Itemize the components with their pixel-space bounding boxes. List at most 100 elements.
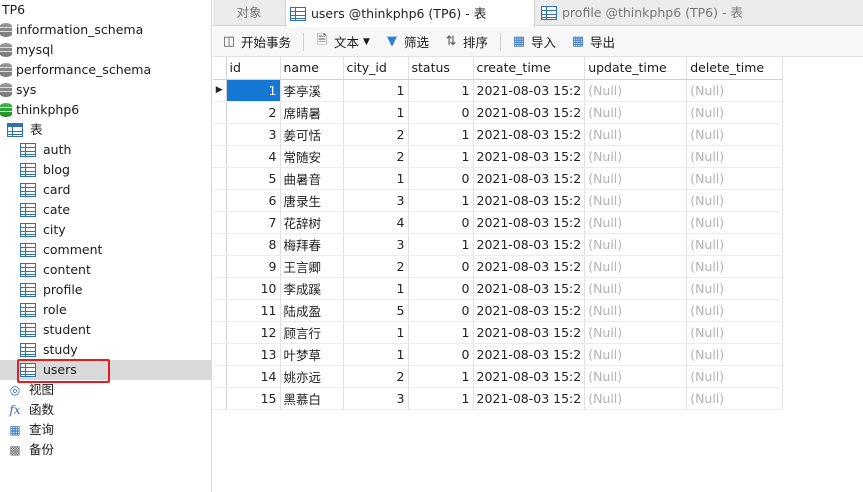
cell-update-time[interactable]: (Null) [584,101,688,124]
table-node-auth[interactable]: auth [20,140,71,160]
cell-name[interactable]: 姚亦远 [280,365,344,388]
column-header-delete-time[interactable]: delete_time [686,57,784,80]
tab-objects[interactable]: 对象 [213,0,285,26]
db-node-mysql[interactable]: mysql [0,40,54,60]
cell-update-time[interactable]: (Null) [584,211,688,234]
db-node-performance-schema[interactable]: performance_schema [0,60,151,80]
cell-update-time[interactable]: (Null) [584,123,688,146]
cell-status[interactable]: 0 [408,277,474,300]
cell-update-time[interactable]: (Null) [584,321,688,344]
table-row[interactable]: 10 李成蹊 1 0 2021-08-03 15:2 (Null) (Null) [213,277,784,300]
cell-id[interactable]: 5 [226,167,281,190]
table-row[interactable]: 3 姜可恬 2 1 2021-08-03 15:2 (Null) (Null) [213,123,784,146]
sort-button[interactable]: ⇅ 排序 [439,30,492,54]
cell-id[interactable]: 11 [226,299,281,322]
cell-create-time[interactable]: 2021-08-03 15:2 [473,101,586,124]
table-node-role[interactable]: role [20,300,67,320]
cell-status[interactable]: 1 [408,233,474,256]
cell-delete-time[interactable]: (Null) [686,365,784,388]
cell-status[interactable]: 1 [408,365,474,388]
cell-delete-time[interactable]: (Null) [686,299,784,322]
cell-create-time[interactable]: 2021-08-03 15:2 [473,189,586,212]
cell-status[interactable]: 0 [408,343,474,366]
cell-id[interactable]: 1 [226,79,281,102]
cell-delete-time[interactable]: (Null) [686,321,784,344]
cell-delete-time[interactable]: (Null) [686,387,784,410]
cell-update-time[interactable]: (Null) [584,387,688,410]
column-header-status[interactable]: status [408,57,474,80]
row-header[interactable] [213,321,227,344]
table-node-blog[interactable]: blog [20,160,70,180]
table-row[interactable]: 5 曲暑音 1 0 2021-08-03 15:2 (Null) (Null) [213,167,784,190]
cell-status[interactable]: 1 [408,145,474,168]
cell-city-id[interactable]: 1 [343,101,409,124]
row-header[interactable] [213,189,227,212]
cell-city-id[interactable]: 2 [343,255,409,278]
cell-city-id[interactable]: 3 [343,189,409,212]
row-header[interactable] [213,365,227,388]
row-header[interactable] [213,387,227,410]
cell-id[interactable]: 9 [226,255,281,278]
column-header-id[interactable]: id [226,57,281,80]
table-row[interactable]: 9 王言卿 2 0 2021-08-03 15:2 (Null) (Null) [213,255,784,278]
cell-status[interactable]: 0 [408,211,474,234]
cell-name[interactable]: 李亭溪 [280,79,344,102]
cell-status[interactable]: 1 [408,387,474,410]
cell-create-time[interactable]: 2021-08-03 15:2 [473,255,586,278]
current-row-indicator-icon[interactable]: ▶ [213,79,227,102]
cell-delete-time[interactable]: (Null) [686,189,784,212]
tables-group-node[interactable]: 表 [7,120,43,140]
import-button[interactable]: ▦ 导入 [507,30,560,54]
cell-city-id[interactable]: 1 [343,321,409,344]
cell-create-time[interactable]: 2021-08-03 15:2 [473,211,586,234]
column-header-create-time[interactable]: create_time [473,57,586,80]
cell-create-time[interactable]: 2021-08-03 15:2 [473,343,586,366]
cell-create-time[interactable]: 2021-08-03 15:2 [473,387,586,410]
cell-create-time[interactable]: 2021-08-03 15:2 [473,167,586,190]
table-node-city[interactable]: city [20,220,66,240]
row-header[interactable] [213,167,227,190]
table-row[interactable]: 11 陆成盈 5 0 2021-08-03 15:2 (Null) (Null) [213,299,784,322]
cell-city-id[interactable]: 2 [343,365,409,388]
cell-update-time[interactable]: (Null) [584,145,688,168]
cell-status[interactable]: 0 [408,101,474,124]
cell-status[interactable]: 1 [408,123,474,146]
table-node-card[interactable]: card [20,180,70,200]
cell-name[interactable]: 唐录生 [280,189,344,212]
table-row[interactable]: 4 常随安 2 1 2021-08-03 15:2 (Null) (Null) [213,145,784,168]
filter-button[interactable]: ▼ 筛选 [380,30,433,54]
backups-node[interactable]: ▩ 备份 [7,440,54,460]
cell-id[interactable]: 7 [226,211,281,234]
cell-create-time[interactable]: 2021-08-03 15:2 [473,365,586,388]
cell-update-time[interactable]: (Null) [584,255,688,278]
cell-delete-time[interactable]: (Null) [686,277,784,300]
cell-name[interactable]: 顾言行 [280,321,344,344]
cell-create-time[interactable]: 2021-08-03 15:2 [473,145,586,168]
row-header[interactable] [213,211,227,234]
db-node-sys[interactable]: sys [0,80,36,100]
cell-id[interactable]: 10 [226,277,281,300]
table-row[interactable]: ▶ 1 李亭溪 1 1 2021-08-03 15:2 (Null) (Null) [213,79,784,102]
text-button[interactable]: 🗎 文本 ▼ [310,30,374,54]
cell-update-time[interactable]: (Null) [584,277,688,300]
column-header-city-id[interactable]: city_id [343,57,409,80]
cell-id[interactable]: 2 [226,101,281,124]
export-button[interactable]: ▦ 导出 [566,30,619,54]
cell-name[interactable]: 花辞树 [280,211,344,234]
cell-create-time[interactable]: 2021-08-03 15:2 [473,321,586,344]
cell-delete-time[interactable]: (Null) [686,101,784,124]
table-node-comment[interactable]: comment [20,240,102,260]
cell-update-time[interactable]: (Null) [584,79,688,102]
cell-name[interactable]: 常随安 [280,145,344,168]
cell-status[interactable]: 0 [408,255,474,278]
cell-create-time[interactable]: 2021-08-03 15:2 [473,233,586,256]
cell-id[interactable]: 8 [226,233,281,256]
cell-city-id[interactable]: 2 [343,123,409,146]
connection-node[interactable]: TP6 [2,0,25,20]
queries-node[interactable]: ▦ 查询 [7,420,54,440]
table-row[interactable]: 2 席晴暑 1 0 2021-08-03 15:2 (Null) (Null) [213,101,784,124]
cell-id[interactable]: 6 [226,189,281,212]
cell-delete-time[interactable]: (Null) [686,79,784,102]
cell-create-time[interactable]: 2021-08-03 15:2 [473,79,586,102]
cell-update-time[interactable]: (Null) [584,365,688,388]
